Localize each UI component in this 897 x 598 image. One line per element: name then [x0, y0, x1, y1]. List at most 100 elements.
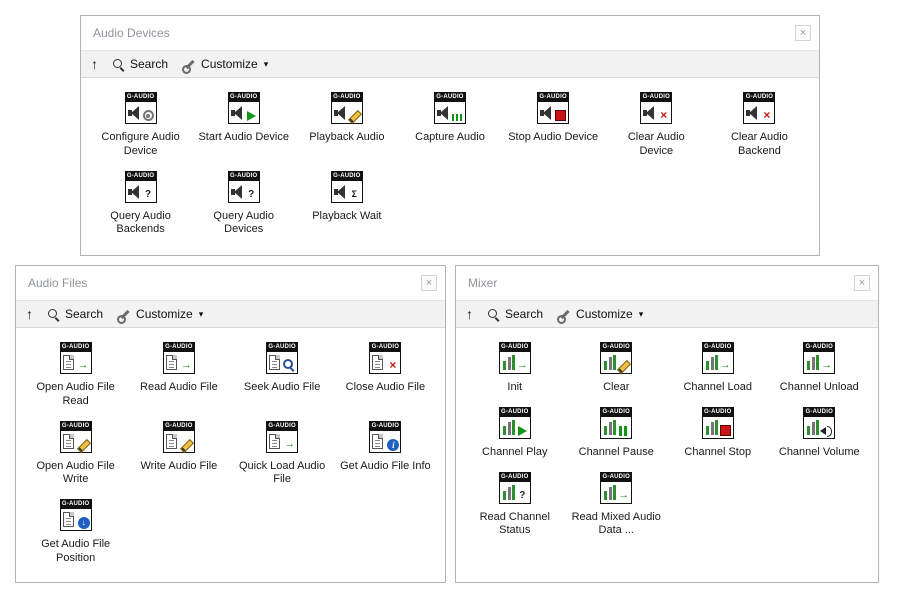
- close-icon[interactable]: ×: [795, 25, 811, 41]
- overlay-glyph: [245, 109, 258, 122]
- icon-banner-label: G-AUDIO: [61, 343, 91, 352]
- overlay-glyph: [180, 359, 193, 372]
- icon-body: [703, 352, 733, 373]
- icon-banner-label: G-AUDIO: [332, 93, 362, 102]
- icon-body: [500, 352, 530, 373]
- customize-button[interactable]: Customize▾: [182, 57, 268, 71]
- palette-item[interactable]: G-AUDIOQuick Load Audio File: [231, 421, 334, 488]
- wrench-icon: [557, 308, 571, 321]
- palette-item[interactable]: G-AUDIOSeek Audio File: [231, 342, 334, 409]
- palette-item[interactable]: G-AUDIOGet Audio File Position: [24, 499, 127, 566]
- palette-item[interactable]: G-AUDIOOpen Audio File Read: [24, 342, 127, 409]
- palette-item-label: Write Audio File: [140, 460, 217, 474]
- search-button[interactable]: Search: [487, 307, 543, 321]
- g-audio-icon: G-AUDIO: [125, 171, 157, 203]
- palette-item[interactable]: G-AUDIOCapture Audio: [398, 92, 501, 159]
- palette-item[interactable]: G-AUDIOOpen Audio File Write: [24, 421, 127, 488]
- palette-item[interactable]: G-AUDIOChannel Stop: [667, 407, 769, 460]
- base-glyph: [502, 485, 515, 500]
- g-audio-icon: G-AUDIO: [803, 407, 835, 439]
- icon-banner-label: G-AUDIO: [601, 343, 631, 352]
- palette-item[interactable]: G-AUDIOConfigure Audio Device: [89, 92, 192, 159]
- overlay-glyph: [180, 438, 193, 451]
- palette-item[interactable]: G-AUDIO Channel Pause: [566, 407, 668, 460]
- palette-item[interactable]: G-AUDIORead Audio File: [127, 342, 230, 409]
- icon-banner-label: G-AUDIO: [370, 343, 400, 352]
- palette-item-label: Read Channel Status: [469, 511, 561, 539]
- search-icon: [487, 308, 500, 321]
- up-one-level-button[interactable]: ↑: [466, 307, 473, 321]
- overlay-glyph: [516, 424, 529, 437]
- up-one-level-button[interactable]: ↑: [91, 57, 98, 71]
- palette-item[interactable]: G-AUDIO Close Audio File: [334, 342, 437, 409]
- palette-item[interactable]: G-AUDIOStart Audio Device: [192, 92, 295, 159]
- palette-item[interactable]: G-AUDIO Stop Audio Device: [502, 92, 605, 159]
- close-icon[interactable]: ×: [421, 275, 437, 291]
- icon-body: [641, 102, 671, 123]
- search-icon: [47, 308, 60, 321]
- palette-item-label: Channel Pause: [579, 446, 654, 460]
- window-titlebar[interactable]: Audio Files ×: [16, 266, 445, 300]
- palette-items: G-AUDIOConfigure Audio Device G-AUDIOSta…: [81, 78, 819, 255]
- g-audio-icon: G-AUDIO: [600, 342, 632, 374]
- icon-banner-label: G-AUDIO: [538, 93, 568, 102]
- overlay-glyph: [657, 109, 670, 122]
- customize-button[interactable]: Customize▾: [117, 307, 203, 321]
- base-glyph: [372, 434, 383, 449]
- icon-body: [267, 431, 297, 452]
- window-titlebar[interactable]: Audio Devices ×: [81, 16, 819, 50]
- icon-body: [500, 417, 530, 438]
- icon-body: [229, 102, 259, 123]
- g-audio-icon: G-AUDIO: [163, 342, 195, 374]
- palette-item[interactable]: G-AUDIOWrite Audio File: [127, 421, 230, 488]
- g-audio-icon: G-AUDIO: [60, 499, 92, 531]
- palette-item-label: Stop Audio Device: [508, 131, 598, 145]
- customize-button[interactable]: Customize▾: [557, 307, 643, 321]
- close-icon[interactable]: ×: [854, 275, 870, 291]
- base-glyph: [334, 184, 347, 199]
- icon-banner-label: G-AUDIO: [804, 408, 834, 417]
- palette-toolbar: ↑ Search Customize▾: [81, 50, 819, 78]
- search-button[interactable]: Search: [112, 57, 168, 71]
- overlay-glyph: [617, 359, 630, 372]
- palette-item[interactable]: G-AUDIORead Channel Status: [464, 472, 566, 539]
- palette-items: G-AUDIOInit G-AUDIOClear G-AUDIOChannel …: [456, 328, 878, 582]
- palette-item[interactable]: G-AUDIOPlayback Audio: [295, 92, 398, 159]
- palette-item[interactable]: G-AUDIOClear Audio Device: [605, 92, 708, 159]
- palette-item[interactable]: G-AUDIOChannel Unload: [769, 342, 871, 395]
- palette-item[interactable]: G-AUDIOChannel Load: [667, 342, 769, 395]
- g-audio-icon: G-AUDIO: [369, 342, 401, 374]
- palette-item[interactable]: G-AUDIOInit: [464, 342, 566, 395]
- g-audio-icon: G-AUDIO: [369, 421, 401, 453]
- desktop: Audio Devices × ↑ Search Customize▾ G-AU…: [0, 0, 897, 598]
- g-audio-icon: G-AUDIO: [125, 92, 157, 124]
- palette-item-label: Close Audio File: [346, 381, 426, 395]
- search-button[interactable]: Search: [47, 307, 103, 321]
- overlay-glyph: [516, 359, 529, 372]
- palette-item[interactable]: G-AUDIOQuery Audio Devices: [192, 171, 295, 238]
- palette-item[interactable]: G-AUDIOGet Audio File Info: [334, 421, 437, 488]
- icon-banner-label: G-AUDIO: [229, 93, 259, 102]
- window-titlebar[interactable]: Mixer ×: [456, 266, 878, 300]
- up-one-level-button[interactable]: ↑: [26, 307, 33, 321]
- base-glyph: [603, 355, 616, 370]
- palette-item[interactable]: G-AUDIOPlayback Wait: [295, 171, 398, 238]
- palette-window-audio-devices: Audio Devices × ↑ Search Customize▾ G-AU…: [80, 15, 820, 256]
- palette-item-label: Query Audio Backends: [95, 210, 187, 238]
- palette-item-label: Read Mixed Audio Data ...: [570, 511, 662, 539]
- icon-body: [61, 431, 91, 452]
- g-audio-icon: G-AUDIO: [228, 171, 260, 203]
- palette-item[interactable]: G-AUDIOClear Audio Backend: [708, 92, 811, 159]
- overlay-glyph: [820, 359, 833, 372]
- palette-item[interactable]: G-AUDIOClear: [566, 342, 668, 395]
- icon-banner-label: G-AUDIO: [601, 408, 631, 417]
- icon-banner-label: G-AUDIO: [332, 172, 362, 181]
- palette-item[interactable]: G-AUDIO Query Audio Backends: [89, 171, 192, 238]
- palette-item[interactable]: G-AUDIORead Mixed Audio Data ...: [566, 472, 668, 539]
- palette-item[interactable]: G-AUDIOChannel Play: [464, 407, 566, 460]
- icon-banner-label: G-AUDIO: [126, 172, 156, 181]
- palette-item[interactable]: G-AUDIOChannel Volume: [769, 407, 871, 460]
- base-glyph: [643, 105, 656, 120]
- icon-body: [164, 431, 194, 452]
- icon-body: [804, 352, 834, 373]
